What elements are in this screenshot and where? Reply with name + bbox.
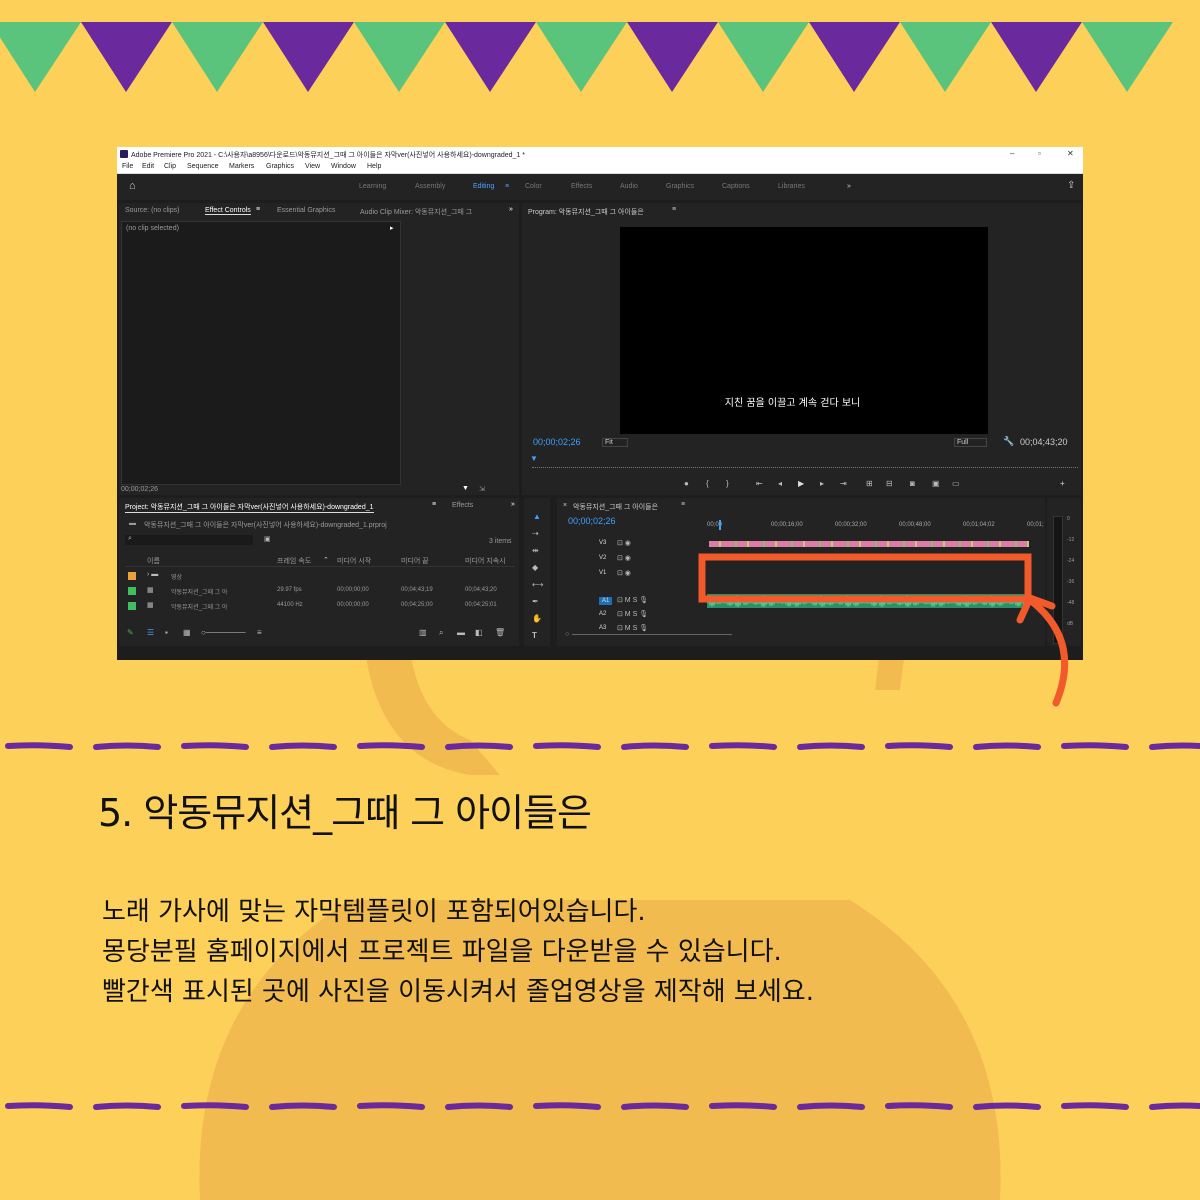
description-line-2: 몽당분필 홈페이지에서 프로젝트 파일을 다운받을 수 있습니다. [102,937,782,967]
page-heading: 5. 악동뮤지션_그때 그 아이들은 [98,791,592,835]
description-line-3: 빨간색 표시된 곳에 사진을 이동시켜서 졸업영상을 제작해 보세요. [102,977,814,1007]
red-arrow [1026,596,1069,707]
annotation-overlay [698,553,1069,707]
description-line-1: 노래 가사에 맞는 자막템플릿이 포함되어있습니다. [102,897,646,927]
description: 노래 가사에 맞는 자막템플릿이 포함되어있습니다. 몽당분필 홈페이지에서 프… [102,892,814,1012]
red-highlight-box [698,553,1032,603]
